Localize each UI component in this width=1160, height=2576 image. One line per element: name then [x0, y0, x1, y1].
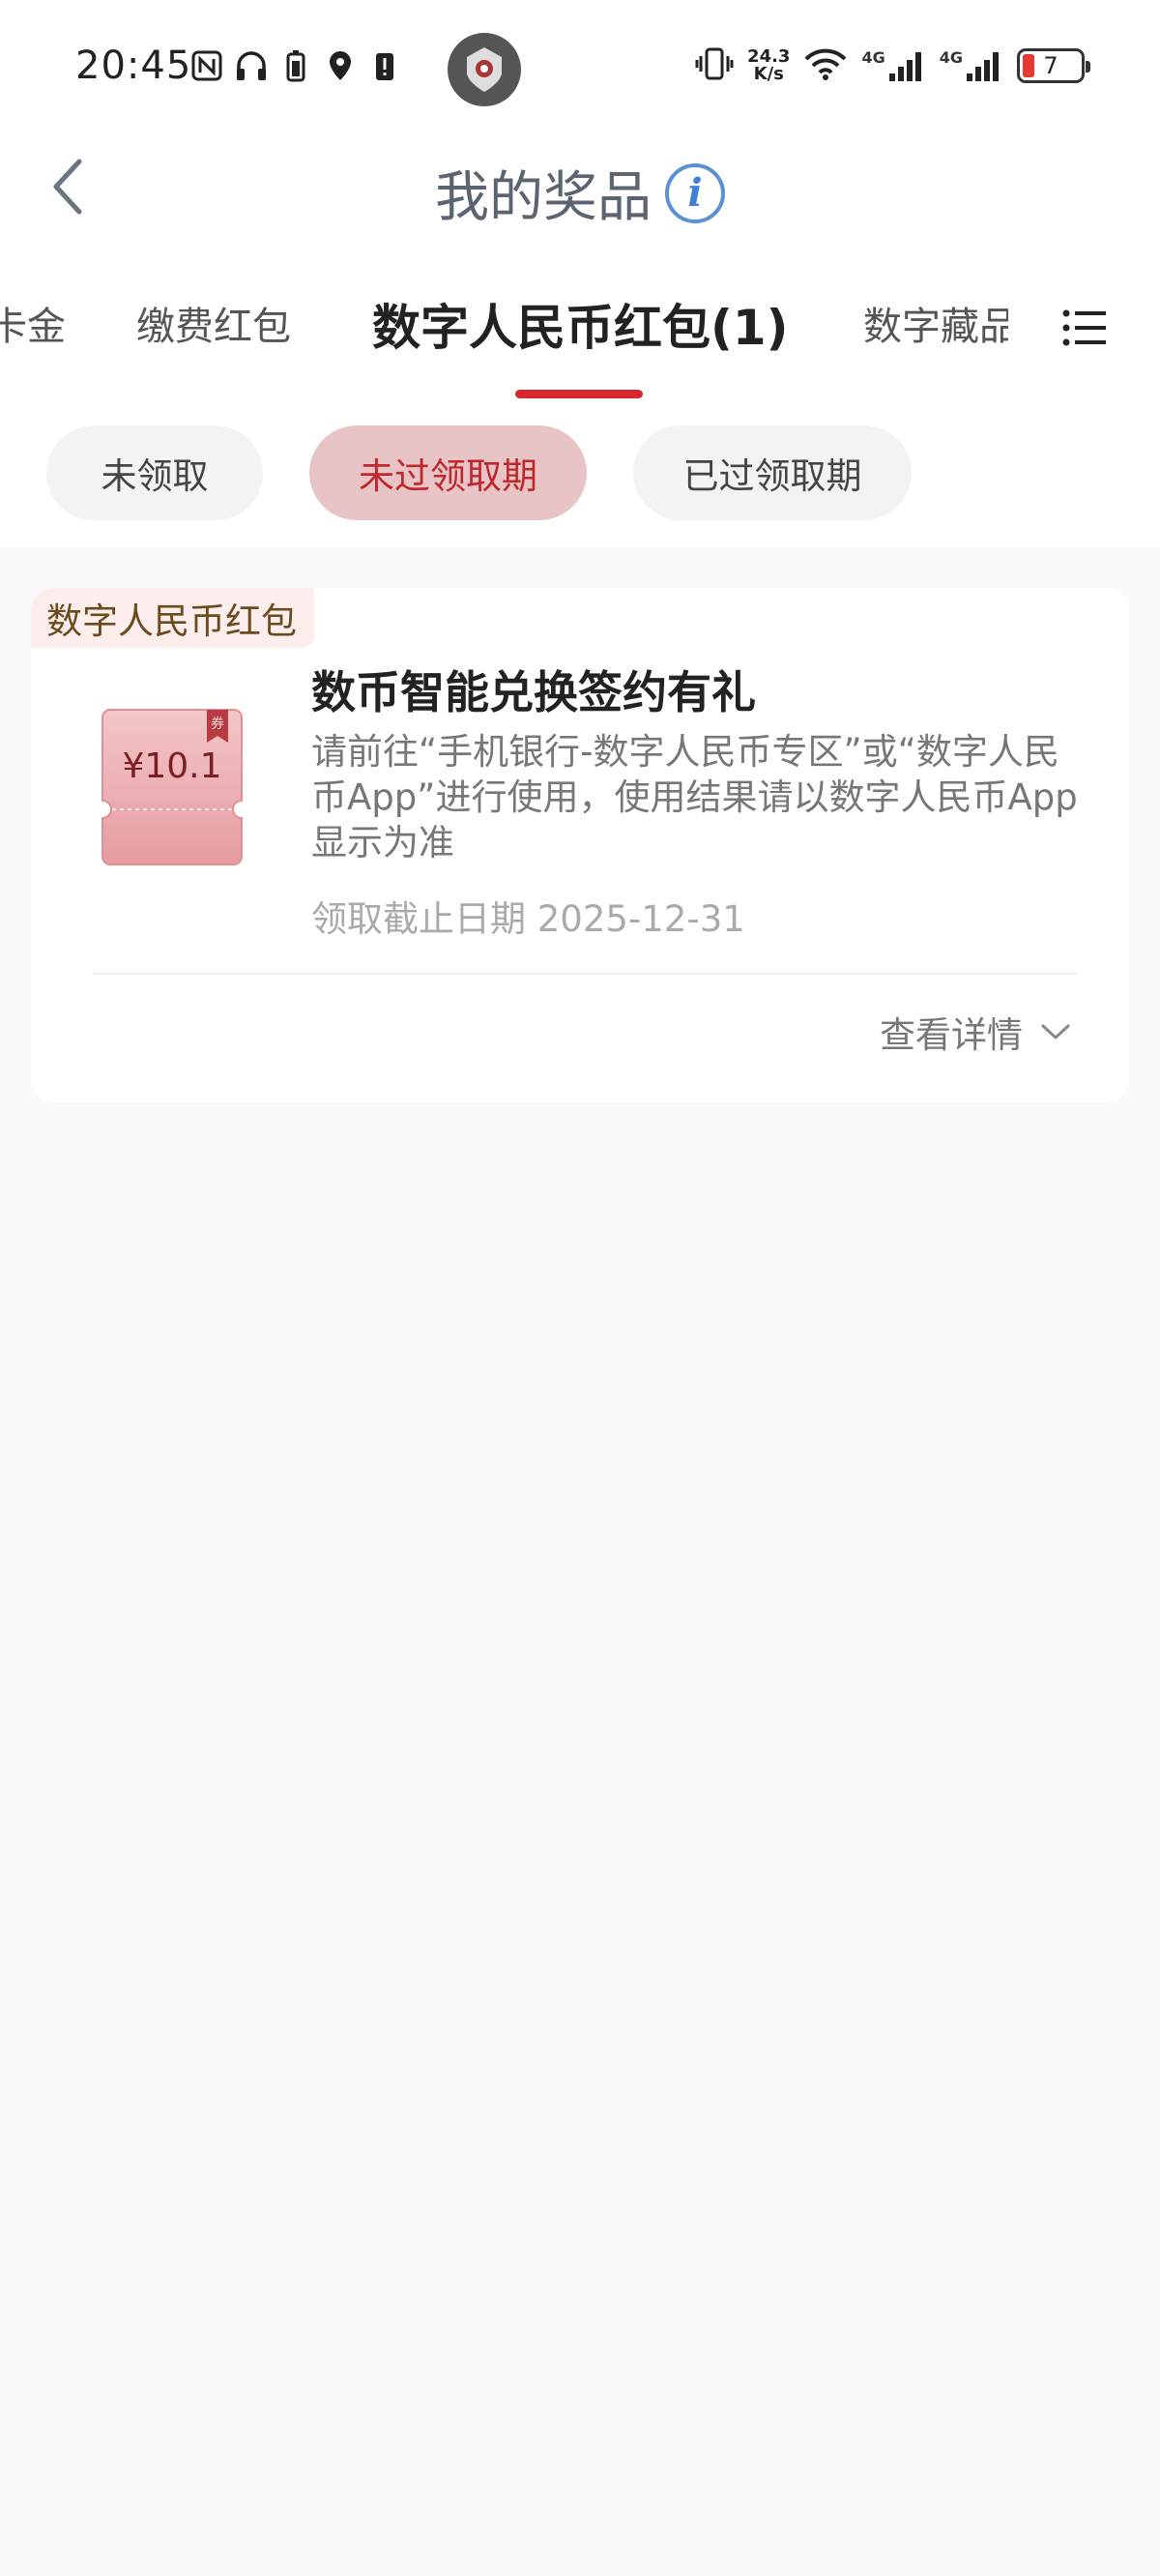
prize-description: 请前往“手机银行-数字人民币专区”或“数字人民币App”进行使用，使用结果请以数…: [311, 731, 1078, 864]
header: 我的奖品 i: [0, 140, 1160, 237]
view-details-label: 查看详情: [880, 1014, 1023, 1056]
filter-claim-period-expired[interactable]: 已过领取期: [633, 425, 912, 520]
info-icon[interactable]: i: [665, 162, 725, 223]
cell-signal-2-icon: 4G: [940, 48, 1003, 83]
coupon-icon: ¥10.1 券: [99, 706, 246, 868]
view-details-button[interactable]: 查看详情: [880, 1006, 1071, 1058]
nfc-icon: [189, 48, 224, 83]
prize-card[interactable]: 数字人民币红包 ¥10.1 券 数币智能兑换签约有礼 请前往“手机银行-数字人民…: [31, 588, 1129, 1102]
tab-digital-collectibles[interactable]: 数字藏品: [863, 295, 1008, 351]
chevron-down-icon: [1041, 1024, 1070, 1039]
vibrate-icon: [695, 46, 734, 85]
status-bar: 20:45 24.3 K/s 4G 4G 7: [0, 0, 1160, 140]
location-icon: [323, 48, 358, 83]
claim-deadline: 领取截止日期 2025-12-31: [311, 898, 745, 940]
category-tabs: 卡金 缴费红包 数字人民币红包(1) 数字藏品: [0, 237, 1160, 401]
page-title-text: 我的奖品: [435, 166, 652, 229]
menu-icon[interactable]: [1061, 305, 1108, 351]
coupon-badge-label: 券: [211, 717, 224, 732]
wifi-icon: [803, 46, 848, 85]
tab-digital-rmb-red-packet[interactable]: 数字人民币红包(1): [372, 289, 789, 359]
headphones-icon: [234, 48, 269, 83]
battery-icon: 7: [1017, 48, 1090, 83]
coupon-amount: ¥10.1: [122, 746, 222, 786]
filter-within-claim-period[interactable]: 未过领取期: [309, 425, 587, 520]
filter-unclaimed[interactable]: 未领取: [46, 425, 263, 520]
card-divider: [93, 973, 1077, 975]
alert-icon: [367, 48, 402, 83]
prize-category-tag: 数字人民币红包: [31, 588, 314, 648]
status-right-icons: 24.3 K/s 4G 4G 7: [695, 46, 1090, 85]
prize-title: 数币智能兑换签约有礼: [311, 666, 756, 718]
tab-card-gold[interactable]: 卡金: [0, 295, 66, 351]
net-speed: 24.3 K/s: [747, 46, 791, 84]
status-filter-bar: 未领取 未过领取期 已过领取期: [0, 401, 1160, 546]
status-left-icons: [189, 48, 402, 83]
status-time: 20:45: [75, 44, 192, 88]
cell-signal-1-icon: 4G: [861, 48, 925, 83]
active-tab-indicator: [515, 390, 643, 398]
battery-saver-icon: [278, 48, 313, 83]
tab-payment-red-packet[interactable]: 缴费红包: [136, 295, 291, 351]
page-title: 我的奖品 i: [0, 154, 1160, 232]
app-badge-icon: [448, 33, 521, 106]
